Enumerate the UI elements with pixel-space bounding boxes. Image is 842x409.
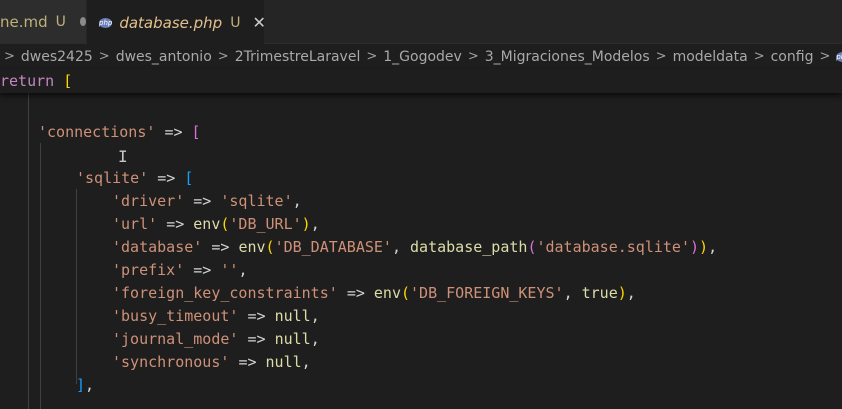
arrow-operator: => — [164, 123, 183, 141]
sticky-scroll-line[interactable]: return [ — [0, 69, 842, 93]
chevron-right-icon: > — [753, 49, 765, 64]
indent-guide — [28, 93, 29, 409]
chevron-right-icon: > — [467, 49, 479, 64]
code-line: 'journal_mode' => null, — [112, 330, 320, 348]
php-file-icon: php — [836, 51, 842, 62]
tab-label: database.php — [119, 13, 223, 32]
php-file-icon: php — [99, 17, 113, 28]
code-line: 'foreign_key_constraints' => env('DB_FOR… — [112, 284, 636, 302]
code-line: 'driver' => 'sqlite', — [112, 192, 302, 210]
close-icon[interactable]: ✕ — [252, 13, 265, 32]
breadcrumb-item[interactable]: modeldata — [673, 49, 748, 65]
untracked-badge: U — [55, 13, 66, 30]
breadcrumb-item[interactable]: 3_Migraciones_Modelos — [485, 49, 650, 65]
chevron-right-icon: > — [98, 49, 110, 64]
bracket: [ — [63, 72, 73, 90]
array-key: 'sqlite' — [76, 169, 149, 187]
arrow-operator: => — [157, 169, 176, 187]
chevron-right-icon: > — [4, 49, 15, 64]
code-line: 'sqlite' => [ — [76, 169, 194, 187]
indent-guide — [40, 143, 41, 409]
breadcrumb-item[interactable]: config — [771, 49, 814, 65]
array-key: 'connections' — [38, 123, 156, 141]
tab-readme[interactable]: ne.md U — [0, 0, 86, 43]
breadcrumb: > dwes2425 > dwes_antonio > 2TrimestreLa… — [0, 44, 842, 69]
chevron-right-icon: > — [655, 49, 667, 64]
code-editor[interactable]: I 'connections' => [ 'sqlite' => [ 'driv… — [0, 93, 842, 409]
tab-database-php[interactable]: php database.php U ✕ — [87, 0, 266, 44]
code-line: 'busy_timeout' => null, — [112, 307, 320, 325]
code-line: ], — [76, 376, 95, 394]
breadcrumb-item[interactable]: dwes2425 — [21, 49, 93, 65]
untracked-badge: U — [230, 14, 241, 31]
chevron-right-icon: > — [366, 49, 378, 64]
chevron-right-icon: > — [819, 49, 831, 64]
return-keyword: return — [0, 72, 55, 90]
code-line: 'connections' => [ — [38, 123, 201, 141]
breadcrumb-item[interactable]: 1_Gogodev — [383, 49, 462, 65]
code-line: 'url' => env('DB_URL'), — [112, 215, 320, 233]
breadcrumb-item[interactable]: dwes_antonio — [116, 49, 212, 65]
modified-dot-icon — [79, 17, 86, 26]
tab-label: ne.md — [0, 12, 48, 31]
indent-guide — [76, 189, 77, 384]
chevron-right-icon: > — [217, 49, 229, 64]
breadcrumb-item[interactable]: 2TrimestreLaravel — [235, 49, 361, 65]
tab-bar: ne.md U php database.php U ✕ — [0, 0, 842, 44]
code-line: 'prefix' => '', — [112, 261, 248, 279]
code-line: 'synchronous' => null, — [112, 353, 311, 371]
text-cursor-icon: I — [118, 147, 128, 166]
code-line: 'database' => env('DB_DATABASE', databas… — [112, 238, 718, 256]
